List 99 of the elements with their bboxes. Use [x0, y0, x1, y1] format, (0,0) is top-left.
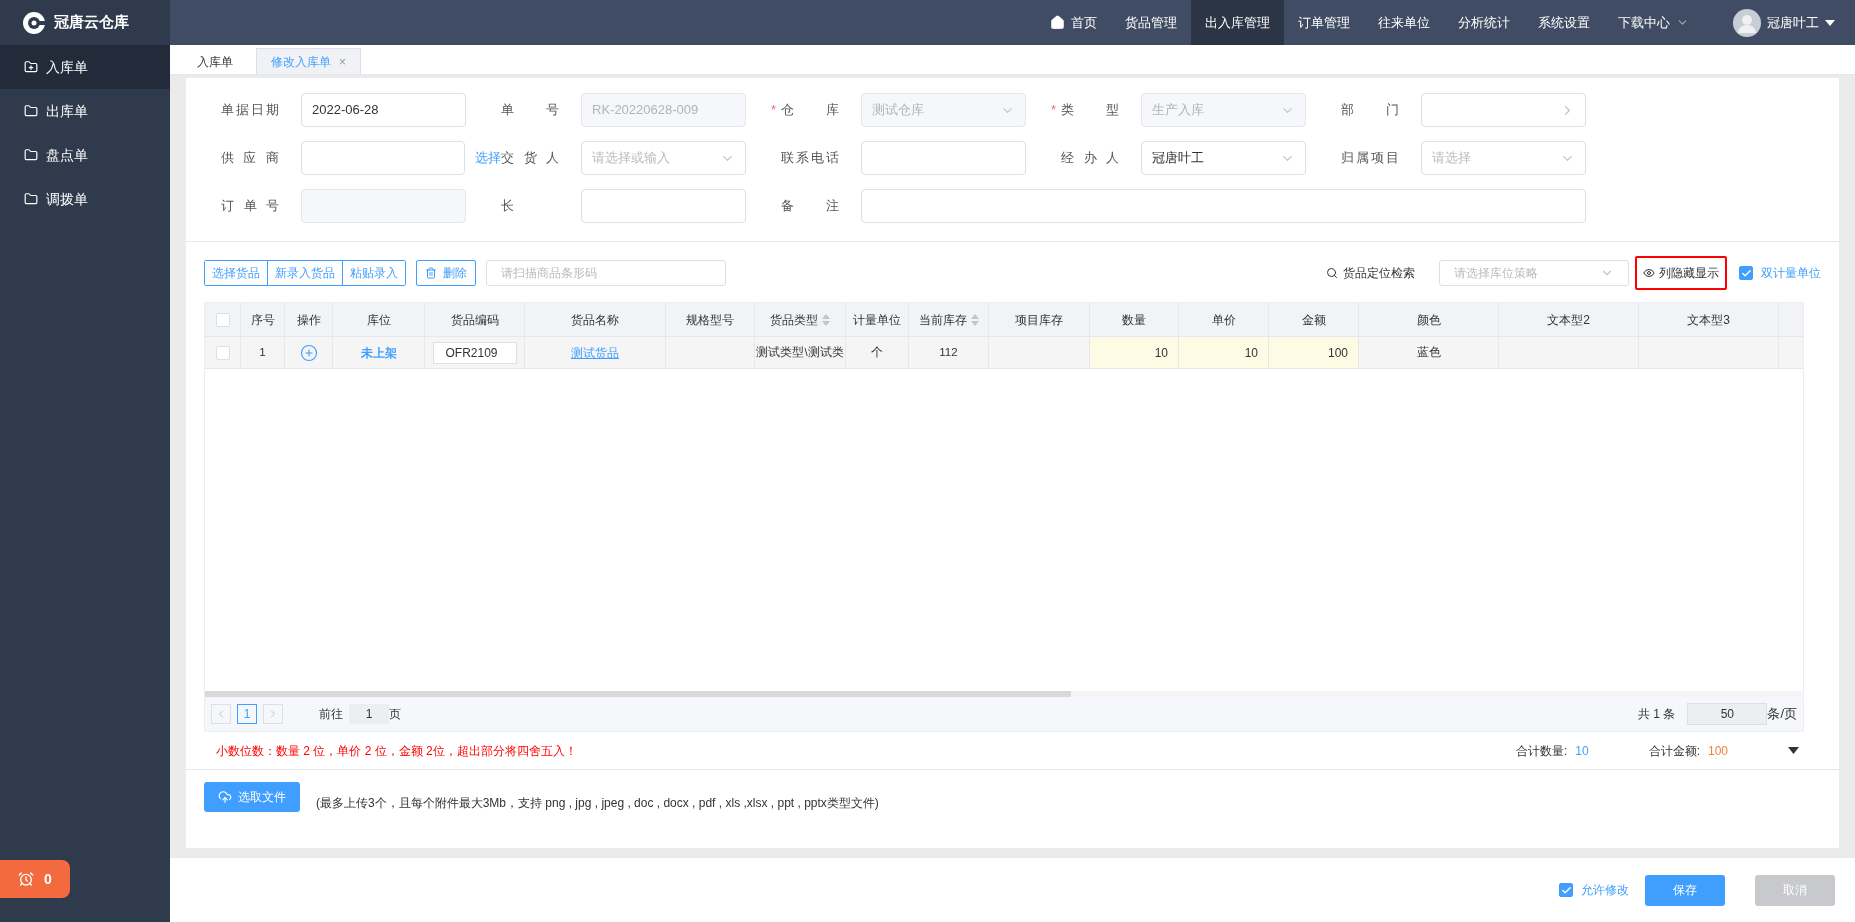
sort-icon — [970, 313, 979, 326]
caret-icon — [1825, 19, 1835, 26]
locate-search-button[interactable]: 货品定位检索 — [1326, 264, 1415, 282]
sidebar-item[interactable]: 入库单 — [0, 45, 170, 89]
select-field[interactable] — [1421, 93, 1586, 127]
total-count: 共 1 条 — [1638, 706, 1676, 723]
scrollbar[interactable] — [205, 691, 1071, 697]
add-icon[interactable] — [299, 343, 318, 362]
allow-edit-checkbox[interactable] — [1559, 883, 1573, 897]
goto-page-field[interactable]: 1 — [349, 704, 389, 724]
brand-name: 冠唐云仓库 — [54, 12, 129, 33]
column-header: 颜色 — [1416, 311, 1441, 329]
column-header: 序号 — [250, 311, 275, 329]
field-label: 备注 — [781, 197, 839, 216]
editable-cell[interactable]: 100 — [1327, 343, 1348, 362]
table-cell-text: 1 — [259, 344, 266, 360]
sort-icon — [822, 313, 830, 326]
alarm-icon — [18, 871, 34, 887]
nav-item[interactable]: 出入库管理 — [1191, 0, 1284, 45]
required-mark: * — [1051, 101, 1057, 120]
page-size-field[interactable]: 50 — [1687, 703, 1768, 725]
input-field[interactable] — [861, 141, 1026, 175]
column-header: 金额 — [1301, 311, 1326, 329]
column-header: 数量 — [1122, 311, 1146, 329]
eye-icon — [1643, 267, 1655, 279]
field-label: 交货人 — [501, 149, 559, 168]
decimal-notice: 小数位数：数量 2 位，单价 2 位，金额 2位，超出部分将四舍五入！ — [216, 742, 577, 760]
caret-icon[interactable] — [1788, 747, 1799, 754]
field-label: 部门 — [1341, 101, 1399, 120]
field-label: 长 — [501, 197, 515, 216]
logo-icon — [22, 10, 46, 35]
total-label: 合计数量: — [1515, 742, 1568, 760]
search-icon — [1326, 267, 1338, 279]
folder-icon — [24, 104, 38, 118]
field-label: 单号 — [501, 101, 559, 120]
column-header: 库位 — [366, 311, 391, 329]
input-field[interactable] — [861, 189, 1586, 223]
nav-item[interactable]: 下载中心 — [1604, 0, 1703, 45]
select-field[interactable]: 冠唐叶工 — [1141, 141, 1306, 175]
total-label: 合计金额: — [1648, 742, 1700, 760]
upload-hint: (最多上传3个，且每个附件最大3Mb，支持 png , jpg , jpeg , doc , docx , pdf , xls ,xlsx , ppt , pptx类型文件) — [316, 795, 879, 812]
sidebar-item[interactable]: 调拨单 — [0, 177, 170, 221]
column-header[interactable]: 货品类型 — [770, 310, 830, 329]
next-page-button[interactable] — [263, 704, 283, 724]
nav-item[interactable]: 分析统计 — [1444, 0, 1524, 45]
trash-icon — [425, 267, 437, 279]
page-label: 页 — [389, 706, 401, 723]
sidebar-item[interactable]: 盘点单 — [0, 133, 170, 177]
total-value: 100 — [1707, 742, 1728, 760]
upload-icon — [218, 790, 232, 804]
code-input[interactable]: OFR2109 — [432, 341, 517, 364]
nav-item[interactable]: 首页 — [1036, 0, 1111, 45]
column-visibility-button[interactable]: 列隐藏显示 — [1635, 256, 1727, 290]
required-mark: * — [771, 101, 777, 120]
row-checkbox[interactable] — [215, 345, 230, 360]
page-size-label: 条/页 — [1767, 705, 1797, 724]
home-icon — [1050, 15, 1065, 30]
editable-cell[interactable]: 10 — [1244, 343, 1258, 362]
column-header: 文本型2 — [1547, 311, 1590, 329]
input-field[interactable]: 2022-06-28 — [301, 93, 466, 127]
folder-icon — [24, 192, 38, 206]
avatar-icon — [1733, 8, 1761, 37]
user-menu[interactable]: 冠唐叶工 — [1733, 8, 1835, 37]
field-label: 联系电话 — [781, 149, 839, 168]
column-header: 货品名称 — [571, 311, 619, 329]
column-header: 规格型号 — [686, 311, 734, 329]
folder-icon — [24, 148, 38, 162]
goto-label: 前往 — [319, 706, 343, 723]
column-header: 文本型3 — [1687, 311, 1730, 329]
checkbox-label: 允许修改 — [1581, 882, 1629, 899]
table-cell-text: 测试类型\测试类 — [756, 344, 844, 360]
table-cell-text: 112 — [939, 344, 958, 360]
column-header[interactable]: 当前库存 — [918, 310, 979, 329]
column-header: 货品编码 — [450, 311, 499, 329]
field-label: 经办人 — [1061, 149, 1119, 168]
input-field[interactable] — [300, 141, 465, 175]
field-label: 单据日期 — [221, 101, 279, 120]
column-header: 项目库存 — [1015, 311, 1063, 329]
select-all-checkbox[interactable] — [215, 312, 230, 327]
prev-page-button[interactable] — [211, 704, 231, 724]
table-cell-text: 蓝色 — [1416, 344, 1441, 360]
field-label: 订单号 — [221, 197, 279, 216]
dual-unit-checkbox[interactable] — [1739, 266, 1753, 280]
table-cell-text: 个 — [871, 344, 883, 360]
folder-plus-icon — [24, 60, 38, 74]
nav-item[interactable]: 往来单位 — [1364, 0, 1444, 45]
nav-item[interactable]: 订单管理 — [1284, 0, 1364, 45]
field-label: 供应商 — [221, 149, 279, 168]
sidebar-item[interactable]: 出库单 — [0, 89, 170, 133]
field-label: 归属项目 — [1341, 149, 1399, 168]
checkbox-label: 双计量单位 — [1761, 265, 1821, 282]
input-field[interactable] — [581, 189, 746, 223]
column-header: 计量单位 — [853, 311, 901, 329]
total-value: 10 — [1575, 742, 1589, 760]
nav-item[interactable]: 货品管理 — [1111, 0, 1191, 45]
column-header: 单价 — [1211, 311, 1236, 329]
nav-item[interactable]: 系统设置 — [1524, 0, 1604, 45]
column-header: 操作 — [296, 311, 321, 329]
editable-cell[interactable]: 10 — [1154, 343, 1168, 362]
